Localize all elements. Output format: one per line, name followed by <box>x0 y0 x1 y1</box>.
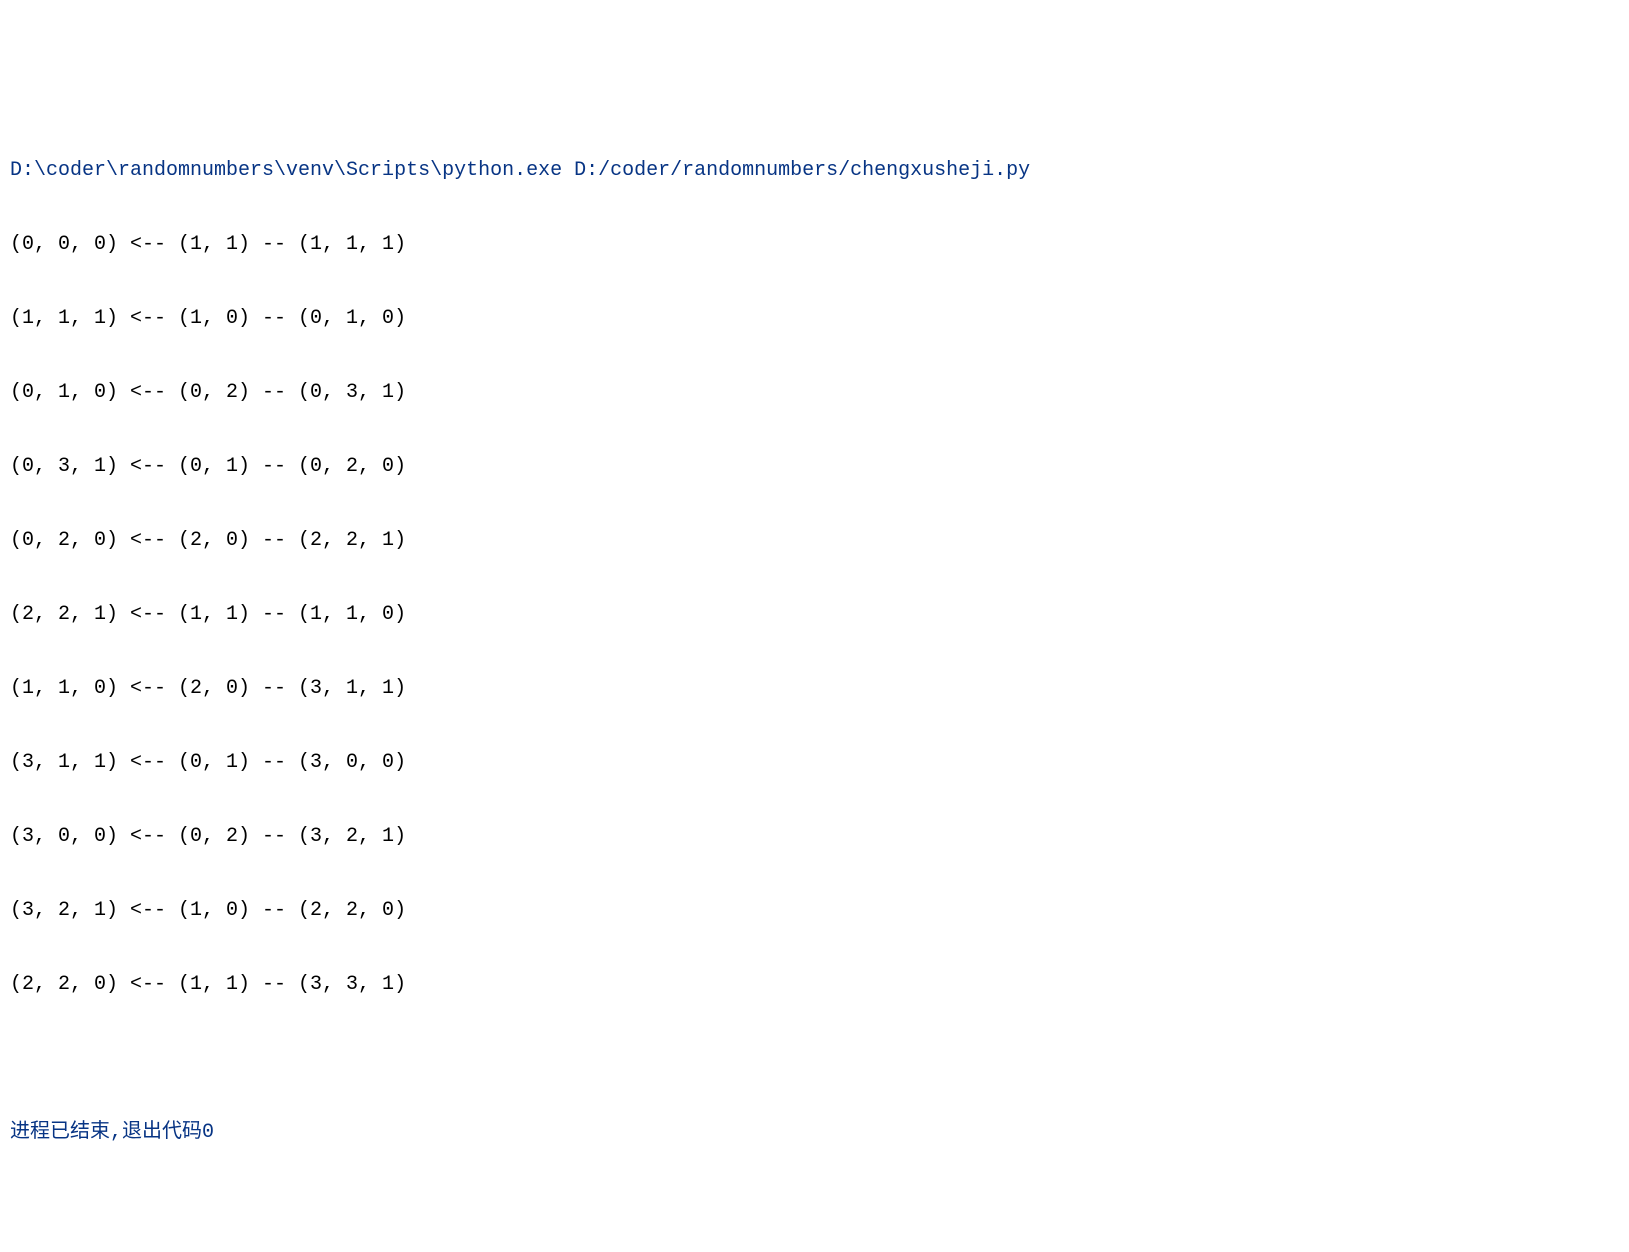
blank-line <box>10 1040 1619 1077</box>
exit-message: 进程已结束,退出代码0 <box>10 1114 1619 1151</box>
command-line: D:\coder\randomnumbers\venv\Scripts\pyth… <box>10 152 1619 189</box>
output-line: (3, 0, 0) <-- (0, 2) -- (3, 2, 1) <box>10 818 1619 855</box>
output-line: (0, 1, 0) <-- (0, 2) -- (0, 3, 1) <box>10 374 1619 411</box>
output-line: (1, 1, 0) <-- (2, 0) -- (3, 1, 1) <box>10 670 1619 707</box>
output-line: (0, 0, 0) <-- (1, 1) -- (1, 1, 1) <box>10 226 1619 263</box>
output-line: (0, 2, 0) <-- (2, 0) -- (2, 2, 1) <box>10 522 1619 559</box>
output-line: (3, 2, 1) <-- (1, 0) -- (2, 2, 0) <box>10 892 1619 929</box>
output-line: (2, 2, 1) <-- (1, 1) -- (1, 1, 0) <box>10 596 1619 633</box>
output-line: (0, 3, 1) <-- (0, 1) -- (0, 2, 0) <box>10 448 1619 485</box>
output-line: (3, 1, 1) <-- (0, 1) -- (3, 0, 0) <box>10 744 1619 781</box>
output-line: (2, 2, 0) <-- (1, 1) -- (3, 3, 1) <box>10 966 1619 1003</box>
output-line: (1, 1, 1) <-- (1, 0) -- (0, 1, 0) <box>10 300 1619 337</box>
